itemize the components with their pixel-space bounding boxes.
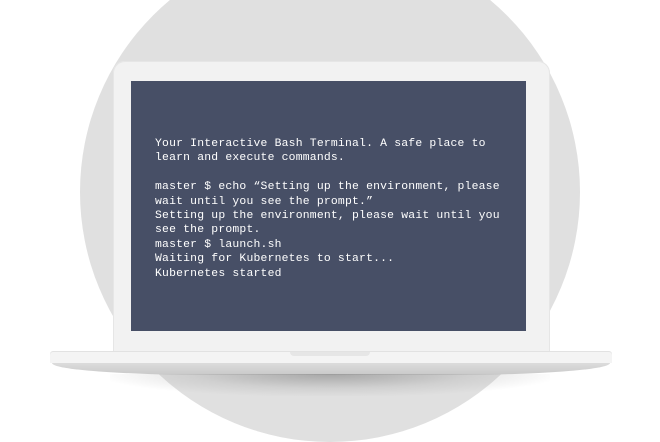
terminal-command-line: master $ echo “Setting up the environmen… <box>155 181 500 194</box>
terminal-line: Kubernetes started <box>155 267 282 280</box>
terminal-screen[interactable]: Your Interactive Bash Terminal. A safe p… <box>131 81 526 331</box>
terminal-line: Your Interactive Bash Terminal. A safe p… <box>155 138 486 150</box>
terminal-line: see the prompt. <box>155 224 261 237</box>
laptop-shadow <box>110 374 550 396</box>
terminal-command-line: master $ launch.sh <box>155 238 282 251</box>
terminal-line: Setting up the environment, please wait … <box>155 210 500 223</box>
terminal-line: Waiting for Kubernetes to start... <box>155 253 395 266</box>
laptop-hinge-notch <box>290 352 370 356</box>
terminal-output: Your Interactive Bash Terminal. A safe p… <box>155 137 508 281</box>
terminal-line: learn and execute commands. <box>155 152 345 165</box>
terminal-line: wait until you see the prompt.” <box>155 195 374 208</box>
